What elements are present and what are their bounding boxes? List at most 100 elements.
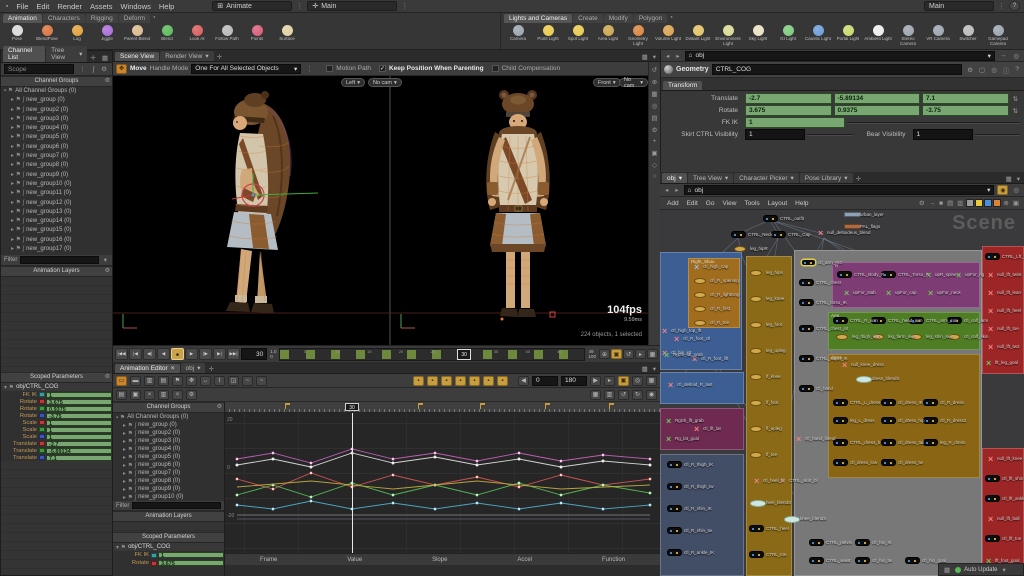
ae-channel-group-item[interactable]: ▸ ⚑ ʃ new_group10 (0): [113, 493, 224, 501]
checkbox-child-compensation[interactable]: Child Compensation: [491, 65, 560, 72]
add-tab-icon[interactable]: ✛: [206, 365, 215, 373]
channel-group-item[interactable]: ▸ ⚑ ʃ new_group4 (0): [1, 124, 112, 133]
network-node[interactable]: [986, 476, 999, 481]
ae-channel-group-item[interactable]: ▸ ⚑ ʃ new_group (0): [113, 421, 224, 429]
network-node[interactable]: [810, 558, 823, 563]
tab-tree-view[interactable]: Tree View ▾: [687, 173, 734, 183]
fkik-slider[interactable]: [847, 121, 1020, 124]
scoped-parameter-row[interactable]: Scale 1: [1, 419, 112, 427]
network-node[interactable]: ×: [988, 343, 993, 352]
ae-view-icon[interactable]: ◉: [646, 389, 657, 400]
network-node[interactable]: [986, 496, 999, 501]
shelf-tool-area-light[interactable]: Area Light: [593, 23, 623, 49]
right-view-camera[interactable]: Front ▾: [593, 78, 621, 87]
chevron-down-icon[interactable]: ▾: [102, 256, 109, 264]
desktop-selector[interactable]: ⊞ Animate: [212, 1, 293, 11]
timeline[interactable]: 5101520253035404530: [279, 347, 586, 361]
network-editor[interactable]: Scene Right_Shou R Arm dress CTRL_outfit CTRL…: [660, 210, 1024, 576]
network-path-field[interactable]: ⌂ obj ▾: [683, 185, 995, 195]
ae-edit-mode-icon[interactable]: ▭: [116, 375, 127, 386]
checkbox-motion-path[interactable]: Motion Path: [326, 65, 371, 72]
viewport-tool-icon[interactable]: ▣: [651, 149, 657, 157]
network-node[interactable]: [750, 500, 766, 507]
network-node[interactable]: ×: [842, 361, 847, 370]
net-menu-view[interactable]: View: [718, 200, 740, 207]
bear-visibility-slider[interactable]: [974, 133, 1020, 136]
viewport-tool-icon[interactable]: ▤: [651, 114, 657, 122]
ae-tool-icon[interactable]: ▬: [130, 375, 141, 386]
ae-key-button[interactable]: ▪: [469, 375, 480, 386]
network-box[interactable]: R: [832, 262, 980, 308]
params-header-icon[interactable]: ?: [1013, 66, 1021, 73]
network-node[interactable]: ×: [694, 425, 699, 434]
viewport-tool-icon[interactable]: +: [653, 138, 657, 145]
net-palette-swatch[interactable]: [984, 199, 993, 207]
net-palette-swatch[interactable]: [966, 199, 975, 207]
scoped-parameter-value[interactable]: 3.675: [46, 398, 112, 406]
shelf-tool-spot-light[interactable]: Spot Light: [563, 23, 593, 49]
menu-dots3[interactable]: ⋮: [996, 2, 1007, 10]
ladder-icon[interactable]: ⇅: [1011, 107, 1020, 115]
range-start[interactable]: 1.0 0: [268, 349, 278, 359]
network-node[interactable]: [882, 440, 895, 445]
gear-icon[interactable]: ⚙: [105, 77, 110, 86]
shelf-tool-camera[interactable]: Camera: [503, 23, 533, 49]
skirt-visibility-slider[interactable]: [807, 133, 853, 136]
rotate-x-field[interactable]: 3.675: [745, 105, 832, 116]
network-node[interactable]: ×: [666, 435, 671, 444]
ae-tool-icon[interactable]: ▥: [144, 375, 155, 386]
network-node[interactable]: ×: [666, 417, 671, 426]
network-node[interactable]: ×: [928, 289, 933, 298]
channel-group-item[interactable]: ▸ ⚑ ʃ new_group17 (0): [1, 245, 112, 254]
transport-button[interactable]: ◀: [157, 348, 170, 360]
network-node[interactable]: [856, 558, 869, 563]
tab-scene-view[interactable]: Scene View: [115, 52, 160, 61]
scoped-parameter-row[interactable]: Rotate 3.675: [1, 398, 112, 406]
ae-toggle-icon[interactable]: ▣: [618, 375, 629, 386]
back-icon[interactable]: ◂: [664, 52, 671, 60]
net-toolbar-icon[interactable]: ▤: [945, 199, 955, 207]
snapshot-icon[interactable]: ◎: [1011, 186, 1021, 194]
network-node[interactable]: [834, 418, 847, 423]
help-icon[interactable]: ?: [1009, 1, 1020, 11]
handle-scope-select[interactable]: One For All Selected Objects ▾: [191, 63, 302, 74]
ae-tool-icon[interactable]: ◲: [228, 375, 239, 386]
move-tool-icon[interactable]: ✥: [116, 63, 127, 74]
transport-button[interactable]: |▶: [199, 348, 212, 360]
viewport-tool-icon[interactable]: ◇: [652, 161, 657, 169]
ae-next-icon[interactable]: ▶: [590, 375, 601, 386]
network-node[interactable]: ×: [988, 289, 993, 298]
forward-icon[interactable]: ▸: [674, 52, 681, 60]
ae-channel-group-item[interactable]: ▪ ⚑ All Channel Groups (0): [113, 413, 224, 421]
network-node[interactable]: [750, 348, 762, 354]
gear-icon[interactable]: ⚙: [99, 65, 109, 73]
network-node[interactable]: [668, 528, 681, 533]
net-menu-go[interactable]: Go: [702, 200, 719, 207]
ae-tool2-icon[interactable]: ×: [172, 389, 183, 400]
tab-render-view[interactable]: Render View ▾: [160, 51, 214, 61]
shelf-tool-environment-light[interactable]: Environment Light: [713, 23, 743, 49]
ae-tool-icon[interactable]: ~: [256, 375, 267, 386]
network-node[interactable]: [924, 440, 937, 445]
ae-scoped-row[interactable]: FK IK 1: [113, 551, 224, 559]
translate-z-field[interactable]: 7.1: [922, 93, 1009, 104]
gear-icon[interactable]: ⚙: [105, 373, 110, 382]
channel-group-item[interactable]: ▸ ⚑ ʃ new_group9 (0): [1, 171, 112, 180]
ladder-icon[interactable]: ⇅: [1011, 95, 1020, 103]
network-node[interactable]: [668, 484, 681, 489]
network-node[interactable]: ×: [986, 359, 991, 368]
ae-key-button[interactable]: ▪: [483, 375, 494, 386]
ae-view-icon[interactable]: ↺: [618, 389, 629, 400]
network-node[interactable]: [882, 460, 895, 465]
scoped-path-row[interactable]: ▾ ⚑ obj/CTRL_COG: [1, 383, 112, 391]
channel-group-item[interactable]: ▸ ⚑ ʃ new_group11 (0): [1, 189, 112, 198]
left-view-camera[interactable]: Left ▾: [341, 78, 365, 87]
channel-group-item[interactable]: ▸ ⚑ ʃ new_group13 (0): [1, 208, 112, 217]
network-box[interactable]: [660, 408, 744, 450]
skirt-visibility-field[interactable]: 1: [745, 129, 805, 140]
tab-pose-library[interactable]: Pose Library ▾: [799, 173, 853, 183]
network-node[interactable]: [800, 300, 813, 305]
ae-tool-icon[interactable]: ✥: [186, 375, 197, 386]
translate-x-field[interactable]: -2.7: [745, 93, 832, 104]
network-node[interactable]: [694, 292, 706, 298]
